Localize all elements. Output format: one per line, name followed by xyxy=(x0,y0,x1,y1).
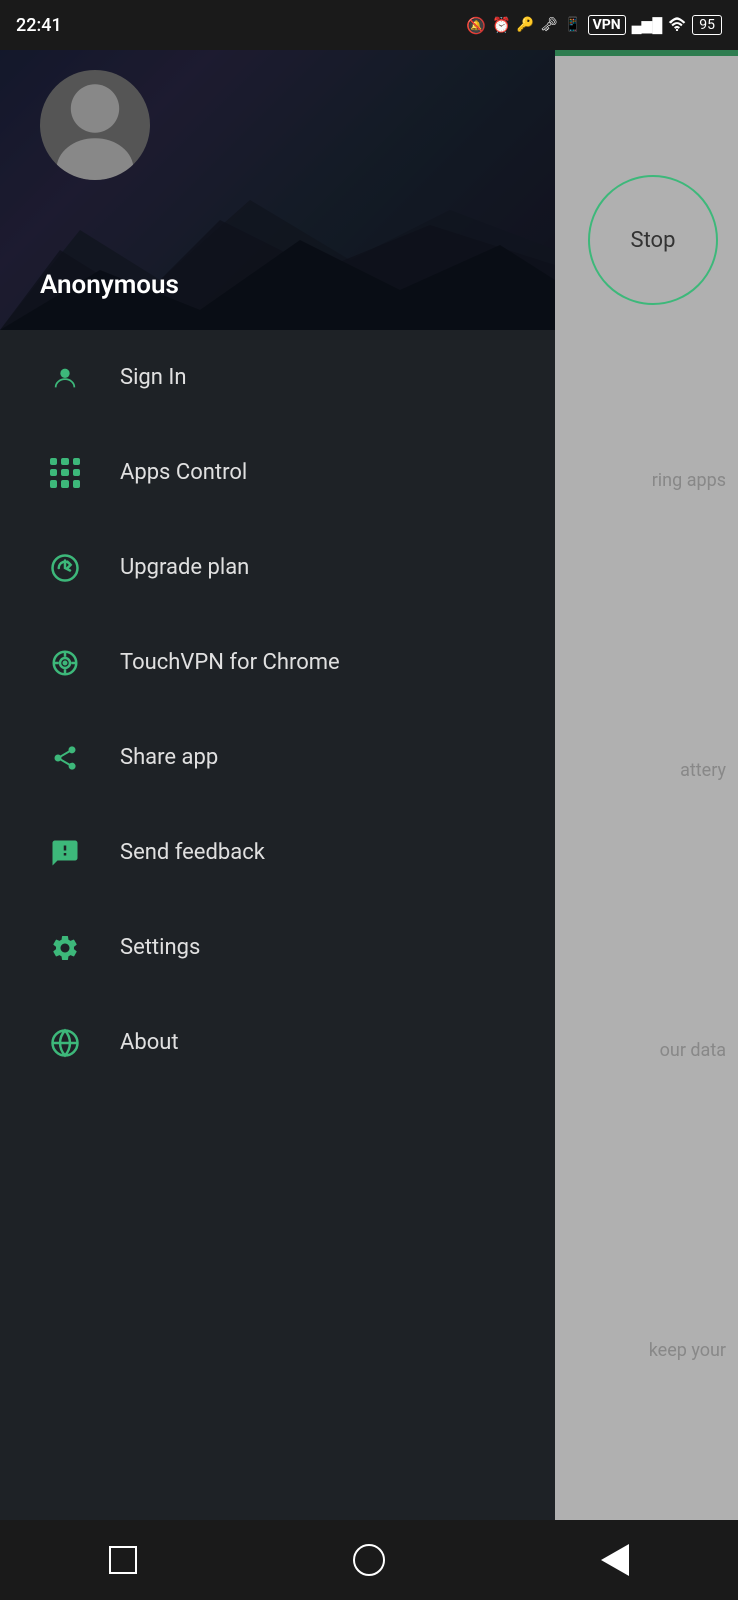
menu-item-about[interactable]: About xyxy=(0,995,555,1090)
stop-button[interactable]: Stop xyxy=(588,175,718,305)
status-time: 22:41 xyxy=(16,15,62,36)
mute-icon: 🔕 xyxy=(466,16,486,35)
bottom-navigation xyxy=(0,1520,738,1600)
alarm-icon: ⏰ xyxy=(492,16,511,34)
menu-item-settings[interactable]: Settings xyxy=(0,900,555,995)
bg-text-our-data: our data xyxy=(660,1040,726,1061)
battery-badge: 95 xyxy=(692,15,722,35)
avatar xyxy=(40,70,150,180)
menu-item-sign-in[interactable]: Sign In xyxy=(0,330,555,425)
menu-label-touchvpn-chrome: TouchVPN for Chrome xyxy=(120,650,340,675)
menu-label-apps-control: Apps Control xyxy=(120,460,247,485)
key-icon-2: 🗝 xyxy=(540,17,558,33)
recents-icon xyxy=(109,1546,137,1574)
stop-label: Stop xyxy=(631,228,676,253)
phone-icon: 📱 xyxy=(564,17,581,33)
menu-item-apps-control[interactable]: Apps Control xyxy=(0,425,555,520)
bg-text-ring-apps: ring apps xyxy=(652,470,726,491)
menu-label-sign-in: Sign In xyxy=(120,365,187,390)
back-icon xyxy=(601,1544,629,1576)
menu-label-send-feedback: Send feedback xyxy=(120,840,265,865)
nav-back-button[interactable] xyxy=(590,1535,640,1585)
menu-label-settings: Settings xyxy=(120,935,200,960)
refresh-circle-icon xyxy=(40,543,90,593)
menu-item-send-feedback[interactable]: Send feedback xyxy=(0,805,555,900)
menu-label-about: About xyxy=(120,1030,179,1055)
bg-text-battery: attery xyxy=(680,760,726,781)
nav-recents-button[interactable] xyxy=(98,1535,148,1585)
grid-icon xyxy=(40,448,90,498)
status-bar: 22:41 🔕 ⏰ 🔑 🗝 📱 VPN ▄▆█ 95 xyxy=(0,0,738,50)
feedback-icon xyxy=(40,828,90,878)
menu-item-touchvpn-chrome[interactable]: TouchVPN for Chrome xyxy=(0,615,555,710)
globe-icon xyxy=(40,1018,90,1068)
person-icon xyxy=(40,353,90,403)
menu-item-share-app[interactable]: Share app xyxy=(0,710,555,805)
menu-label-share-app: Share app xyxy=(120,745,218,770)
share-icon xyxy=(40,733,90,783)
drawer-menu: Sign In Apps Control xyxy=(0,330,555,1600)
username-label: Anonymous xyxy=(40,270,179,300)
key-icon-1: 🔑 xyxy=(517,17,534,33)
navigation-drawer: Anonymous Sign In Apps Control xyxy=(0,0,555,1600)
wifi-icon xyxy=(668,16,686,35)
shield-target-icon xyxy=(40,638,90,688)
nav-home-button[interactable] xyxy=(344,1535,394,1585)
menu-item-upgrade-plan[interactable]: Upgrade plan xyxy=(0,520,555,615)
gear-icon xyxy=(40,923,90,973)
home-icon xyxy=(353,1544,385,1576)
vpn-badge: VPN xyxy=(588,15,626,35)
bg-text-keep-your: keep your xyxy=(649,1340,726,1361)
signal-icon: ▄▆█ xyxy=(632,17,663,34)
status-icons: 🔕 ⏰ 🔑 🗝 📱 VPN ▄▆█ 95 xyxy=(466,15,722,35)
menu-label-upgrade-plan: Upgrade plan xyxy=(120,555,249,580)
